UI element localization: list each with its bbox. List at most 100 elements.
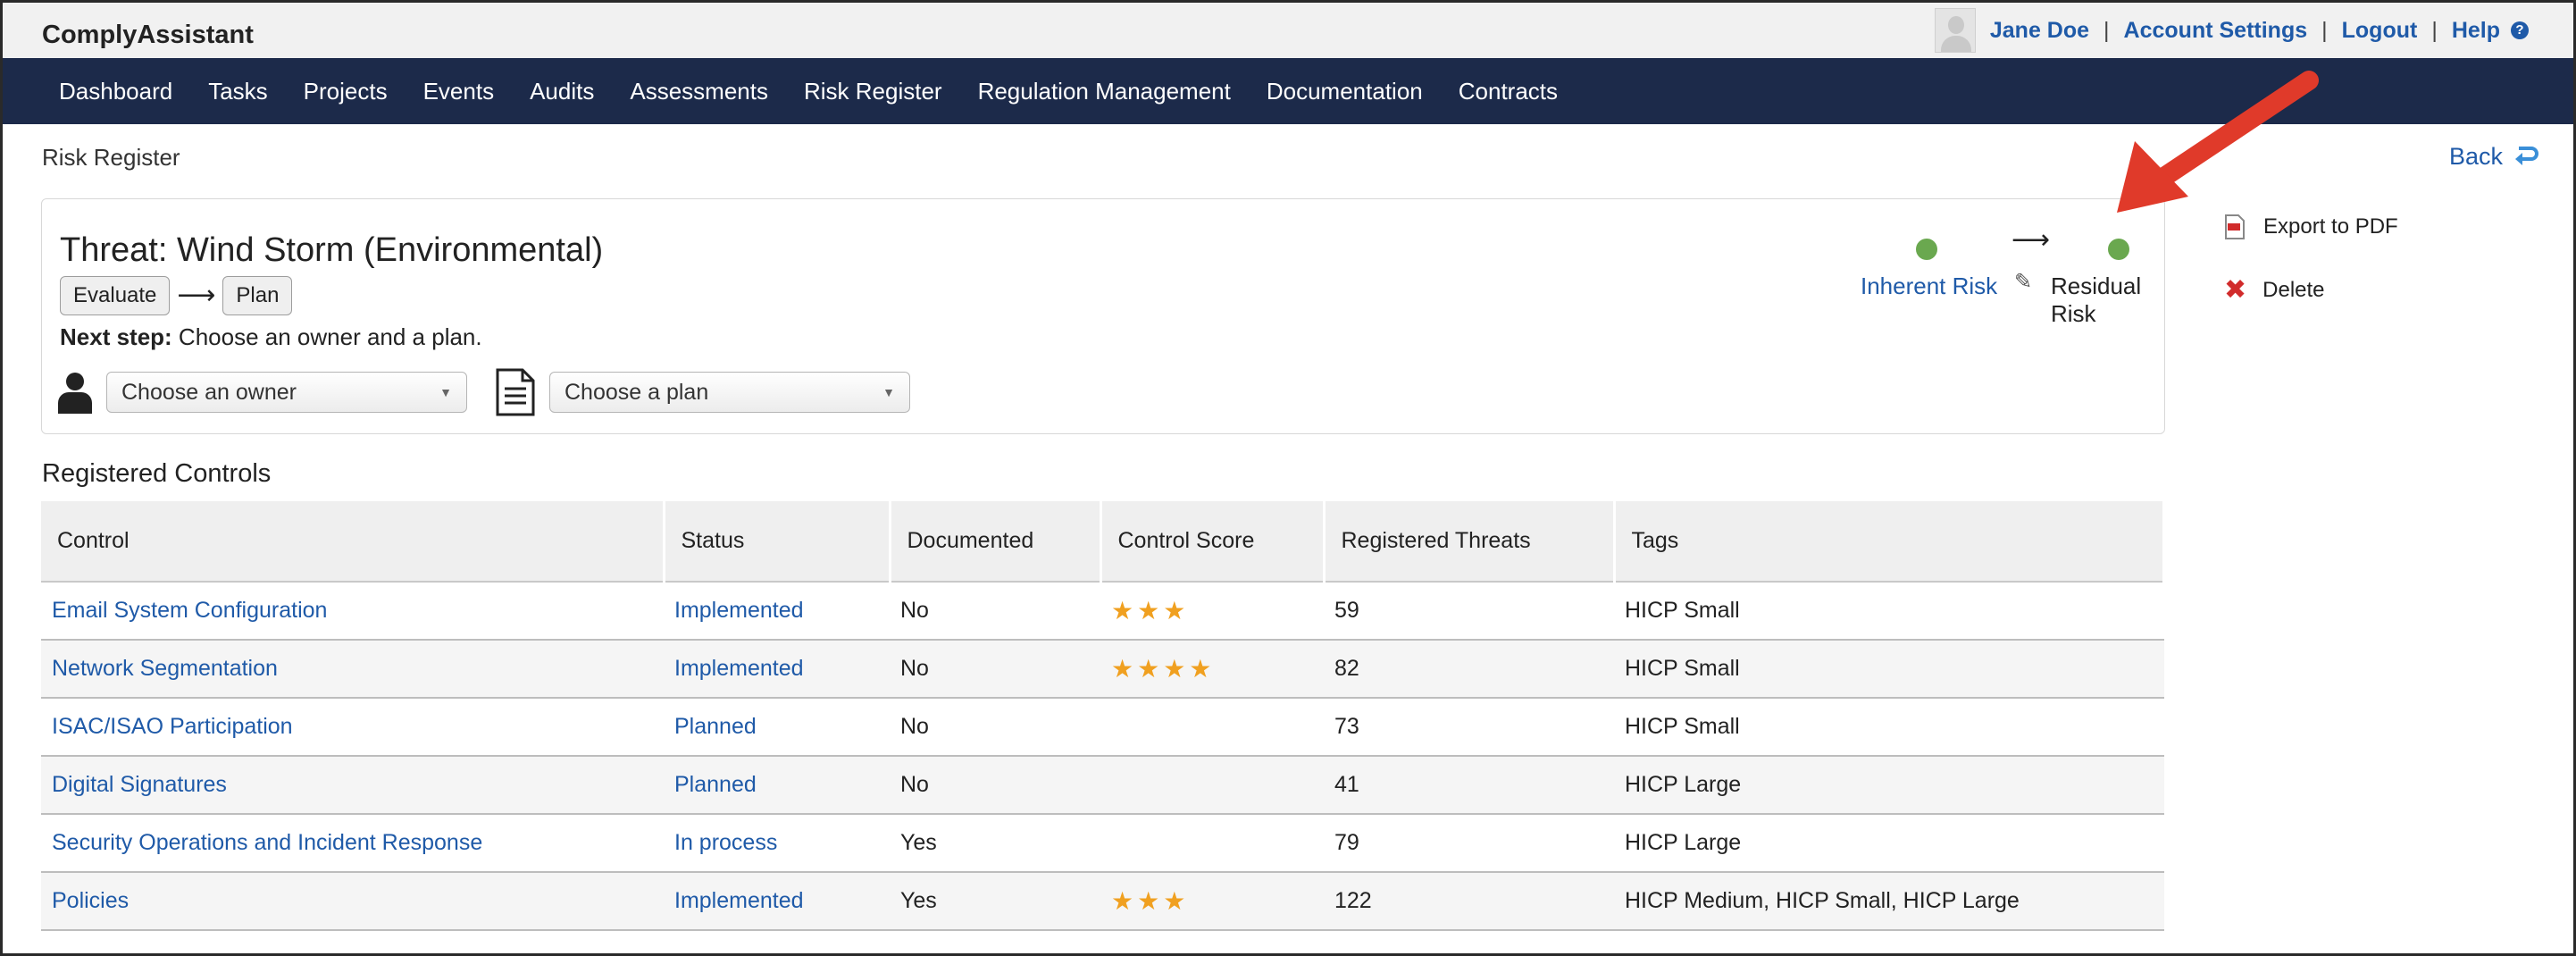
- separator: |: [2321, 17, 2328, 43]
- avatar[interactable]: [1934, 8, 1976, 53]
- residual-risk-indicator: [2108, 239, 2129, 260]
- documented-cell: No: [890, 698, 1100, 757]
- status-link[interactable]: Implemented: [674, 598, 804, 623]
- next-step: Next step: Choose an owner and a plan.: [60, 323, 482, 351]
- person-icon: [58, 373, 92, 414]
- nav-dashboard[interactable]: Dashboard: [59, 78, 172, 105]
- nav-audits[interactable]: Audits: [530, 78, 594, 105]
- threats-cell: 59: [1324, 582, 1614, 641]
- tags-cell: HICP Small: [1614, 582, 2164, 641]
- column-header-documented[interactable]: Documented: [890, 501, 1102, 583]
- threat-title: Threat: Wind Storm (Environmental): [60, 231, 604, 269]
- breadcrumb: Risk Register: [42, 144, 180, 171]
- tags-cell: HICP Small: [1614, 640, 2164, 699]
- annotation-arrow-icon: [2117, 71, 2319, 213]
- app-brand: ComplyAssistant: [42, 21, 254, 49]
- tags-cell: HICP Medium, HICP Small, HICP Large: [1614, 872, 2164, 931]
- nav-contracts[interactable]: Contracts: [1459, 78, 1558, 105]
- nav-events[interactable]: Events: [423, 78, 495, 105]
- risk-arrow: ⟶: [2011, 225, 2051, 255]
- risk-summary: ⟶ Inherent Risk ✎ Residual Risk: [1819, 217, 2159, 327]
- next-step-label: Next step:: [60, 323, 172, 350]
- nav-risk-register[interactable]: Risk Register: [804, 78, 942, 105]
- threats-cell: 73: [1324, 698, 1614, 757]
- residual-risk-label: Residual Risk: [2051, 273, 2142, 327]
- documented-cell: No: [890, 756, 1100, 815]
- control-link[interactable]: Security Operations and Incident Respons…: [52, 830, 482, 855]
- status-link[interactable]: Implemented: [674, 656, 804, 681]
- plan-select-value: Choose a plan: [565, 379, 709, 405]
- threats-cell: 122: [1324, 872, 1614, 931]
- top-bar: ComplyAssistant Jane Doe | Account Setti…: [3, 3, 2573, 58]
- separator: |: [2431, 17, 2438, 43]
- back-label: Back: [2449, 143, 2504, 170]
- side-actions: Export to PDF ✖ Delete: [2224, 214, 2398, 341]
- help-icon[interactable]: ?: [2511, 21, 2529, 39]
- workflow-steps: Evaluate ⟶ Plan: [60, 276, 293, 315]
- step-arrow: ⟶: [177, 281, 216, 310]
- delete-button[interactable]: ✖ Delete: [2224, 277, 2398, 304]
- nav-documentation[interactable]: Documentation: [1267, 78, 1423, 105]
- documented-cell: No: [890, 582, 1100, 641]
- back-button[interactable]: Back: [2449, 143, 2539, 171]
- nav-projects[interactable]: Projects: [304, 78, 388, 105]
- control-link[interactable]: Policies: [52, 888, 129, 913]
- status-link[interactable]: Planned: [674, 714, 757, 739]
- separator: |: [2103, 17, 2110, 43]
- column-header-tags[interactable]: Tags: [1614, 501, 2165, 583]
- help-link[interactable]: Help: [2452, 18, 2500, 44]
- tags-cell: HICP Large: [1614, 814, 2164, 873]
- account-settings-link[interactable]: Account Settings: [2124, 18, 2308, 44]
- inherent-risk-link[interactable]: Inherent Risk: [1861, 273, 1997, 300]
- table-row: Digital Signatures Planned No 41 HICP La…: [41, 756, 2164, 815]
- control-link[interactable]: Network Segmentation: [52, 656, 278, 681]
- documented-cell: No: [890, 640, 1100, 699]
- threats-cell: 82: [1324, 640, 1614, 699]
- delete-icon: ✖: [2224, 275, 2247, 305]
- owner-select[interactable]: Choose an owner ▼: [106, 372, 467, 413]
- star-rating: ★★★: [1111, 887, 1190, 915]
- threats-cell: 41: [1324, 756, 1614, 815]
- user-menu: Jane Doe | Account Settings | Logout | H…: [1934, 8, 2529, 53]
- star-rating: ★★★★: [1111, 655, 1216, 683]
- logout-link[interactable]: Logout: [2342, 18, 2418, 44]
- column-header-registered-threats[interactable]: Registered Threats: [1324, 501, 1616, 583]
- star-rating: ★★★: [1111, 597, 1190, 625]
- plan-select[interactable]: Choose a plan ▼: [549, 372, 910, 413]
- nav-regulation-management[interactable]: Regulation Management: [978, 78, 1231, 105]
- control-link[interactable]: ISAC/ISAO Participation: [52, 714, 293, 739]
- back-arrow-icon: [2515, 146, 2539, 165]
- user-name-link[interactable]: Jane Doe: [1990, 18, 2089, 44]
- control-link[interactable]: Email System Configuration: [52, 598, 327, 623]
- table-row: Security Operations and Incident Respons…: [41, 814, 2164, 873]
- next-step-text: Choose an owner and a plan.: [171, 323, 482, 350]
- tags-cell: HICP Small: [1614, 698, 2164, 757]
- documented-cell: Yes: [890, 872, 1100, 931]
- document-icon: [496, 368, 535, 416]
- threats-cell: 79: [1324, 814, 1614, 873]
- status-link[interactable]: Planned: [674, 772, 757, 797]
- plan-button[interactable]: Plan: [222, 276, 293, 315]
- nav-assessments[interactable]: Assessments: [630, 78, 768, 105]
- chevron-down-icon: ▼: [882, 385, 895, 399]
- threat-panel: Threat: Wind Storm (Environmental) Evalu…: [41, 198, 2165, 434]
- evaluate-button[interactable]: Evaluate: [60, 276, 171, 315]
- table-row: Policies Implemented Yes ★★★ 122 HICP Me…: [41, 872, 2164, 931]
- section-title: Registered Controls: [42, 459, 272, 488]
- delete-label: Delete: [2262, 278, 2325, 302]
- nav-tasks[interactable]: Tasks: [208, 78, 267, 105]
- table-header-row: Control Status Documented Control Score …: [41, 501, 2165, 583]
- column-header-control-score[interactable]: Control Score: [1100, 501, 1326, 583]
- table-row: Network Segmentation Implemented No ★★★★…: [41, 640, 2164, 699]
- control-link[interactable]: Digital Signatures: [52, 772, 227, 797]
- chevron-down-icon: ▼: [439, 385, 452, 399]
- inherent-risk-indicator: [1916, 239, 1937, 260]
- assignment-row: Choose an owner ▼ Choose a plan ▼: [56, 367, 910, 417]
- status-link[interactable]: Implemented: [674, 888, 804, 913]
- table-row: Email System Configuration Implemented N…: [41, 582, 2164, 641]
- status-link[interactable]: In process: [674, 830, 777, 855]
- column-header-control[interactable]: Control: [41, 501, 665, 583]
- pencil-icon[interactable]: ✎: [2014, 269, 2032, 295]
- column-header-status[interactable]: Status: [664, 501, 891, 583]
- table-row: ISAC/ISAO Participation Planned No 73 HI…: [41, 698, 2164, 757]
